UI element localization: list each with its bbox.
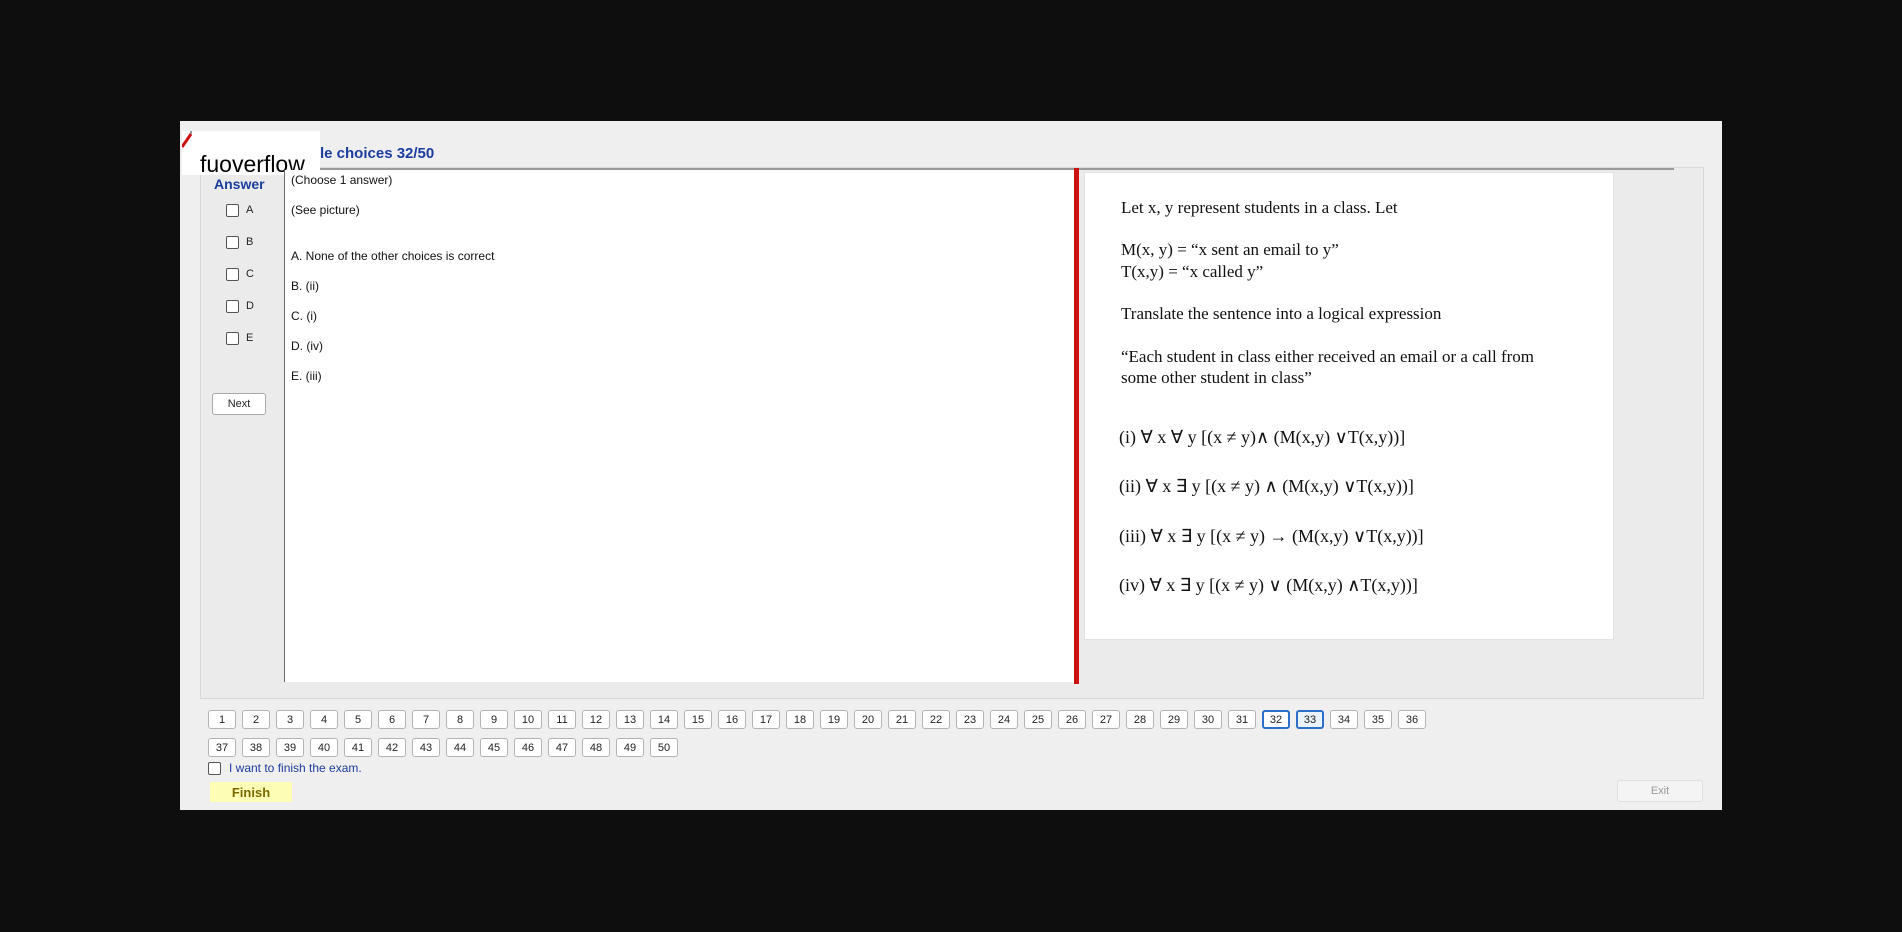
- page-button[interactable]: 29: [1160, 710, 1188, 729]
- page-button[interactable]: 16: [718, 710, 746, 729]
- page-button[interactable]: 35: [1364, 710, 1392, 729]
- exit-button[interactable]: Exit: [1617, 780, 1703, 802]
- choice-c: C. (i): [291, 309, 317, 323]
- page-button[interactable]: 27: [1092, 710, 1120, 729]
- page-button[interactable]: 34: [1330, 710, 1358, 729]
- checkbox[interactable]: [226, 203, 239, 217]
- page-button[interactable]: 14: [650, 710, 678, 729]
- expression-ii: (ii) ∀ x ∃ y [(x ≠ y) ∧ (M(x,y) ∨T(x,y))…: [1119, 476, 1414, 496]
- answer-option-label: E: [246, 332, 254, 344]
- page-button[interactable]: 28: [1126, 710, 1154, 729]
- page-button[interactable]: 17: [752, 710, 780, 729]
- finish-confirm[interactable]: I want to finish the exam.: [208, 761, 362, 775]
- page-button[interactable]: 24: [990, 710, 1018, 729]
- page-button[interactable]: 5: [344, 710, 372, 729]
- page-button[interactable]: 36: [1398, 710, 1426, 729]
- checkbox[interactable]: [226, 331, 239, 345]
- next-button[interactable]: Next: [212, 393, 266, 415]
- page-button[interactable]: 49: [616, 738, 644, 757]
- page-button[interactable]: 8: [446, 710, 474, 729]
- question-panel: (Choose 1 answer) (See picture) A. None …: [284, 170, 1075, 682]
- page-button[interactable]: 47: [548, 738, 576, 757]
- checkbox[interactable]: [208, 761, 221, 775]
- expression-iv: (iv) ∀ x ∃ y [(x ≠ y) ∨ (M(x,y) ∧T(x,y))…: [1119, 575, 1418, 595]
- page-button[interactable]: 6: [378, 710, 406, 729]
- logo: fuoverflow: [182, 131, 320, 177]
- answer-option-d[interactable]: D: [226, 296, 254, 316]
- page-button[interactable]: 22: [922, 710, 950, 729]
- checkbox[interactable]: [226, 299, 239, 313]
- page-button[interactable]: 30: [1194, 710, 1222, 729]
- section-title: le choices 32/50: [320, 145, 435, 162]
- page-button[interactable]: 26: [1058, 710, 1086, 729]
- choice-a: A. None of the other choices is correct: [291, 249, 495, 263]
- checkbox[interactable]: [226, 235, 239, 249]
- page-button[interactable]: 10: [514, 710, 542, 729]
- page-button[interactable]: 3: [276, 710, 304, 729]
- page-button[interactable]: 19: [820, 710, 848, 729]
- page-button[interactable]: 11: [548, 710, 576, 729]
- page-button[interactable]: 50: [650, 738, 678, 757]
- expression-i: (i) ∀ x ∀ y [(x ≠ y)∧ (M(x,y) ∨T(x,y))]: [1119, 427, 1406, 447]
- choice-e: E. (iii): [291, 369, 322, 383]
- page-button[interactable]: 45: [480, 738, 508, 757]
- page-button[interactable]: 31: [1228, 710, 1256, 729]
- answer-heading: Answer: [214, 176, 265, 192]
- page-button[interactable]: 38: [242, 738, 270, 757]
- finish-confirm-label: I want to finish the exam.: [229, 761, 362, 775]
- page-button[interactable]: 43: [412, 738, 440, 757]
- page-button[interactable]: 18: [786, 710, 814, 729]
- page-button[interactable]: 13: [616, 710, 644, 729]
- answer-option-label: A: [246, 204, 254, 216]
- page-button[interactable]: 1: [208, 710, 236, 729]
- question-pagination: 1 2 3 4 5 6 7 8 9 10 11 12 13 14 15 16 17 18 19 20 21 22 23 24 2…: [208, 710, 1438, 766]
- page-button[interactable]: 42: [378, 738, 406, 757]
- picture-note: (See picture): [291, 203, 360, 217]
- page-button[interactable]: 21: [888, 710, 916, 729]
- answer-option-b[interactable]: B: [226, 232, 253, 252]
- page-button[interactable]: 44: [446, 738, 474, 757]
- page-button[interactable]: 20: [854, 710, 882, 729]
- answer-option-e[interactable]: E: [226, 328, 253, 348]
- page-button[interactable]: 25: [1024, 710, 1052, 729]
- answer-option-label: D: [246, 300, 254, 312]
- answer-option-label: C: [246, 268, 254, 280]
- page-button[interactable]: 7: [412, 710, 440, 729]
- page-button[interactable]: 12: [582, 710, 610, 729]
- sentence-line-1: “Each student in class either received a…: [1121, 347, 1535, 366]
- answer-option-a[interactable]: A: [226, 200, 253, 220]
- panel-splitter[interactable]: [1074, 168, 1079, 684]
- page-button[interactable]: 39: [276, 738, 304, 757]
- question-picture: Let x, y represent students in a class. …: [1084, 172, 1614, 640]
- checkbox[interactable]: [226, 267, 239, 281]
- exam-window: fuoverflow le choices 32/50 Answer A B C…: [180, 121, 1722, 810]
- definition-t: T(x,y) = “x called y”: [1121, 262, 1264, 281]
- expression-iii: (iii) ∀ x ∃ y [(x ≠ y) → (M(x,y) ∨T(x,y)…: [1119, 526, 1424, 546]
- finish-button[interactable]: Finish: [210, 782, 292, 802]
- page-button[interactable]: 15: [684, 710, 712, 729]
- page-button[interactable]: 40: [310, 738, 338, 757]
- picture-intro: Let x, y represent students in a class. …: [1121, 198, 1398, 217]
- page-button[interactable]: 23: [956, 710, 984, 729]
- page-button[interactable]: 32: [1262, 710, 1290, 729]
- task-text: Translate the sentence into a logical ex…: [1121, 304, 1442, 323]
- choice-b: B. (ii): [291, 279, 319, 293]
- question-instruction: (Choose 1 answer): [291, 173, 393, 187]
- choice-d: D. (iv): [291, 339, 323, 353]
- page-button[interactable]: 46: [514, 738, 542, 757]
- answer-option-c[interactable]: C: [226, 264, 254, 284]
- page-button[interactable]: 37: [208, 738, 236, 757]
- page-button[interactable]: 9: [480, 710, 508, 729]
- definition-m: M(x, y) = “x sent an email to y”: [1121, 240, 1339, 259]
- page-button[interactable]: 33: [1296, 710, 1324, 729]
- answer-option-label: B: [246, 236, 254, 248]
- page-button[interactable]: 2: [242, 710, 270, 729]
- page-button[interactable]: 48: [582, 738, 610, 757]
- page-button[interactable]: 4: [310, 710, 338, 729]
- logo-mark-icon: [182, 131, 193, 148]
- page-button[interactable]: 41: [344, 738, 372, 757]
- sentence-line-2: some other student in class”: [1121, 368, 1312, 387]
